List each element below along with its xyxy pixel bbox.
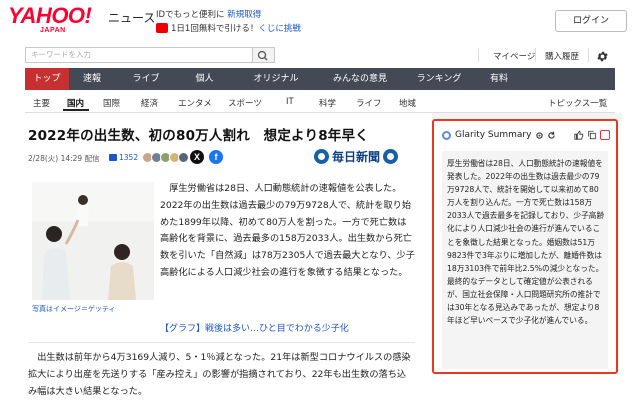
lottery-link[interactable]: くじに挑戦	[258, 22, 301, 34]
category-nav: 主要 国内 国際 経済 エンタメ スポーツ IT 科学 ライフ 地域 トピックス…	[25, 92, 615, 113]
main-nav: トップ 速報 ライブ 個人 オリジナル みんなの意見 ランキング 有料	[25, 68, 615, 90]
commenter-avatars[interactable]	[142, 152, 189, 163]
article-title: 2022年の出生数、初の80万人割れ 想定より8年早く	[28, 128, 369, 144]
comment-icon[interactable]	[109, 154, 117, 161]
site-name[interactable]: ニュース	[108, 11, 155, 25]
search-icon	[257, 50, 268, 61]
summary-text: 厚生労働省は28日、人口動態統計の速報値を発表した。2022年の出生数は過去最少…	[447, 159, 605, 326]
category-main[interactable]: 主要	[33, 97, 50, 109]
x-share-icon[interactable]: X	[190, 150, 204, 164]
article-lead: 厚生労働省は28日、人口動態統計の速報値を公表した。2022年の出生数は過去最少…	[160, 183, 415, 278]
id-signup-link[interactable]: 新規取得	[227, 10, 261, 20]
yahoo-logo-sub: JAPAN	[40, 27, 66, 34]
category-it[interactable]: IT	[286, 97, 294, 107]
header-divider	[588, 48, 589, 62]
category-life[interactable]: ライフ	[356, 97, 382, 109]
summary-header: Glarity Summary	[442, 130, 556, 140]
thumbs-up-icon[interactable]	[574, 130, 584, 140]
publisher-mark-icon	[383, 149, 399, 164]
refresh-icon[interactable]	[547, 131, 556, 140]
article-photo[interactable]	[32, 182, 154, 300]
yahoo-logo[interactable]: YAHOO!	[8, 4, 92, 28]
summary-actions	[571, 130, 610, 140]
lottery-icon	[156, 23, 168, 33]
summary-body: 厚生労働省は28日、人口動態統計の速報値を発表した。2022年の出生数は過去最少…	[442, 151, 608, 369]
search-button[interactable]	[253, 47, 275, 63]
close-icon[interactable]	[600, 130, 610, 140]
avatar	[178, 152, 189, 163]
category-region[interactable]: 地域	[399, 97, 416, 109]
id-promo-text: IDでもっと便利に	[156, 10, 225, 20]
publish-date: 2/28(火) 14:29 配信	[28, 154, 100, 163]
section-divider	[28, 342, 415, 343]
gear-icon	[597, 51, 608, 62]
category-entertainment[interactable]: エンタメ	[178, 97, 212, 109]
article-paragraph: 出生数は前年から4万3169人減り、5・1％減となった。21年は新型コロナウイル…	[28, 352, 411, 397]
tab-personal[interactable]: 個人	[177, 68, 232, 90]
comment-count[interactable]: 1352	[119, 153, 138, 162]
settings-icon[interactable]	[535, 131, 544, 140]
mypage-link[interactable]: マイページ	[493, 50, 535, 62]
lottery-promo: 1日1回無料で引ける！ くじに挑戦	[156, 22, 301, 34]
tab-top[interactable]: トップ	[25, 68, 69, 90]
publisher-name: 毎日新聞	[332, 150, 381, 164]
glarity-logo-icon	[442, 130, 451, 140]
tab-live[interactable]: ライブ	[115, 68, 177, 90]
category-domestic[interactable]: 国内	[67, 97, 84, 109]
photo-caption: 写真はイメージ＝ゲッティ	[32, 305, 116, 313]
summary-title: Glarity Summary	[455, 130, 532, 140]
publisher-logo[interactable]: 毎日新聞	[314, 148, 399, 165]
tab-opinions[interactable]: みんなの意見	[320, 68, 400, 90]
category-sports[interactable]: スポーツ	[228, 97, 262, 109]
id-promo: IDでもっと便利に 新規取得	[156, 8, 261, 20]
active-category-indicator	[63, 109, 89, 111]
category-science[interactable]: 科学	[319, 97, 336, 109]
category-international[interactable]: 国際	[103, 97, 120, 109]
copy-icon[interactable]	[587, 130, 597, 140]
tab-ranking[interactable]: ランキング	[400, 68, 478, 90]
purchase-history-link[interactable]: 購入履歴	[545, 50, 579, 62]
lottery-promo-text: 1日1回無料で引ける！	[171, 24, 259, 34]
settings-button[interactable]	[596, 48, 609, 67]
category-economy[interactable]: 経済	[141, 97, 158, 109]
facebook-share-icon[interactable]: f	[209, 150, 223, 164]
tab-paid[interactable]: 有料	[478, 68, 520, 90]
graph-link[interactable]: 【グラフ】戦後は多い…ひと目でわかる少子化	[160, 321, 349, 334]
tab-original[interactable]: オリジナル	[232, 68, 320, 90]
header-divider	[535, 48, 536, 62]
glarity-summary-panel: Glarity Summary 厚生労働省は28日、人口動態統計の速報値を発表し…	[432, 119, 618, 374]
search-input[interactable]: キーワードを入力	[25, 47, 253, 63]
login-button[interactable]: ログイン	[555, 10, 627, 32]
publisher-mark-icon	[314, 149, 329, 164]
header-divider	[478, 48, 479, 62]
tab-breaking[interactable]: 速報	[69, 68, 115, 90]
topics-list-link[interactable]: トピックス一覧	[548, 97, 607, 109]
